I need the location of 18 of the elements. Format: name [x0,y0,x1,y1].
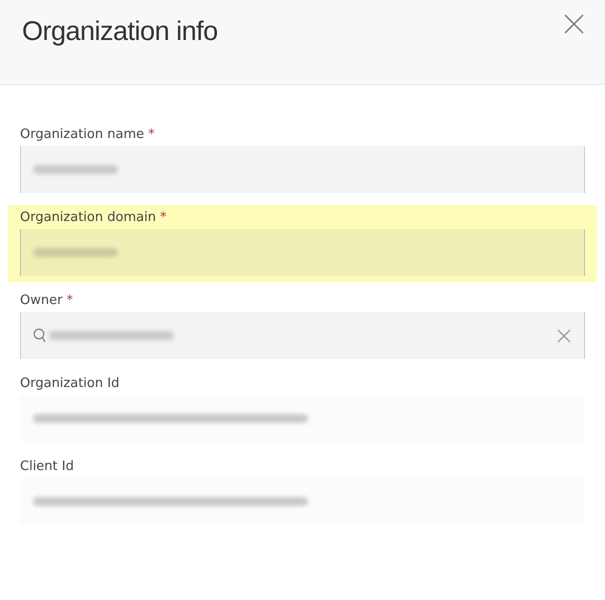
input-field[interactable] [20,146,585,193]
required-mark: * [160,210,166,225]
input-field[interactable] [20,312,585,359]
field-label: Organization name [20,127,144,142]
field-label: Organization Id [20,376,120,391]
clear-icon[interactable] [556,328,572,344]
required-mark: * [66,293,73,308]
field-label: Client Id [20,459,74,474]
input-field[interactable] [20,478,585,525]
dialog-title: Organization info [22,16,218,47]
field-label: Owner [20,293,62,308]
close-icon [563,13,585,35]
field-label: Organization domain [20,210,156,225]
input-field[interactable] [20,229,585,276]
close-button[interactable] [563,13,585,35]
search-icon [33,328,47,344]
input-field[interactable] [20,395,585,442]
required-mark: * [148,127,155,142]
